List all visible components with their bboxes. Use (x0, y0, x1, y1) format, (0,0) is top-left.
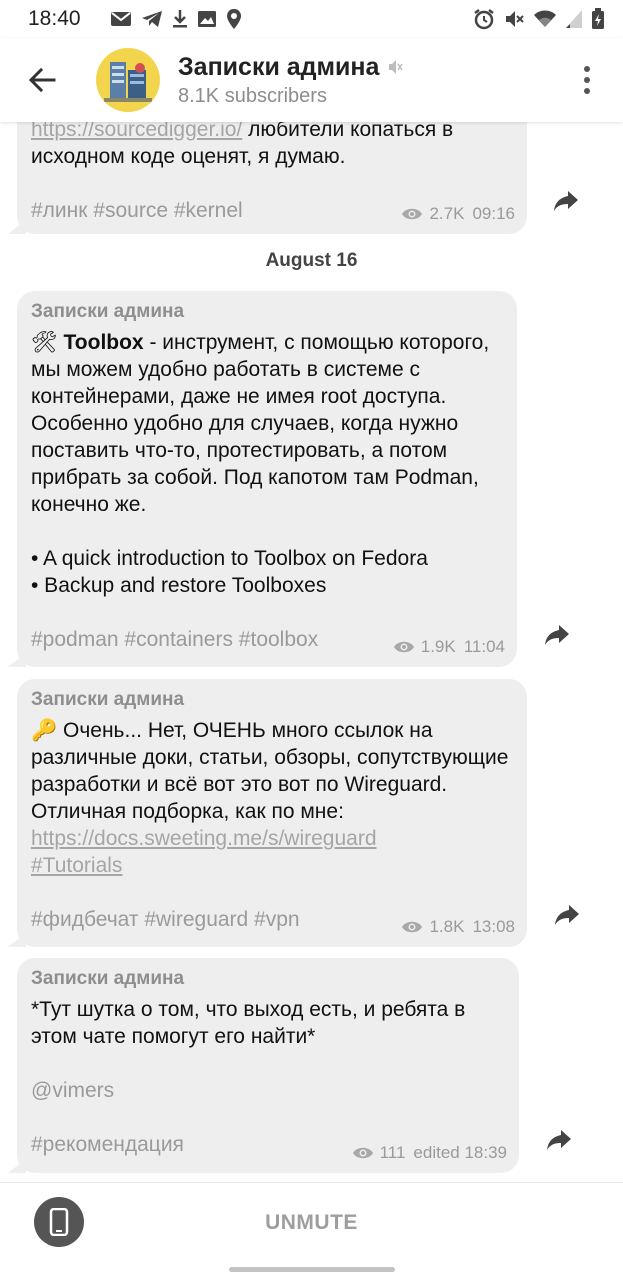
list-item-link[interactable]: • Backup and restore Toolboxes (31, 572, 503, 599)
message-meta: 111 edited 18:39 (352, 1143, 507, 1163)
message-bubble[interactable]: Записки админа *Тут шутка о том, что вых… (8, 958, 519, 1173)
message-meta: 1.9K 11:04 (393, 637, 505, 657)
message-author: Записки админа (31, 689, 185, 710)
back-arrow-icon (28, 68, 56, 92)
message-time: edited 18:39 (413, 1143, 507, 1162)
battery-icon (592, 8, 604, 29)
message-bold-term: Toolbox (63, 331, 144, 354)
bubble-tail (8, 653, 26, 667)
wifi-icon (534, 10, 556, 27)
message-time: 09:16 (472, 204, 515, 223)
message-meta: 2.7K 09:16 (401, 204, 515, 224)
message-bubble[interactable]: Записки админа 🛠 Toolbox - инструмент, с… (8, 291, 517, 667)
channel-title: Записки админа (178, 52, 380, 81)
message-mention[interactable]: @vimers (31, 1077, 505, 1104)
eye-icon (352, 1147, 373, 1159)
bubble-tail (8, 220, 26, 234)
message-text: *Тут шутка о том, что выход есть, и ребя… (31, 998, 466, 1048)
share-icon (555, 905, 579, 925)
alarm-icon (474, 9, 494, 30)
speaker-muted-icon (389, 60, 404, 74)
dot-icon (584, 88, 590, 94)
share-button[interactable] (542, 1123, 576, 1157)
message-hashtag-link[interactable]: #Tutorials (31, 854, 122, 877)
view-count: 2.7K (429, 204, 465, 223)
back-button[interactable] (22, 60, 62, 100)
message-feed[interactable]: https://sourcedigger.io/ любители копать… (0, 122, 623, 1182)
telegram-icon (142, 11, 162, 27)
unmute-button[interactable]: UNMUTE (0, 1211, 623, 1235)
view-count: 111 (379, 1143, 406, 1162)
location-icon (227, 9, 241, 29)
share-icon (547, 1130, 571, 1150)
share-icon (554, 191, 578, 211)
share-icon (545, 625, 569, 645)
bubble-tail (8, 933, 26, 947)
message-text: 🔑 Очень... Нет, ОЧЕНЬ много ссылок на ра… (31, 719, 509, 877)
status-bar: 18:40 (0, 0, 623, 38)
bottom-bar: UNMUTE (0, 1182, 623, 1280)
subscriber-count: 8.1K subscribers (178, 84, 327, 107)
channel-avatar[interactable] (96, 48, 160, 112)
server-illustration-icon (104, 62, 152, 102)
eye-icon (402, 208, 423, 220)
eye-icon (402, 921, 423, 933)
download-icon (173, 10, 187, 28)
channel-title-block[interactable]: Записки админа 8.1K subscribers (178, 52, 404, 108)
system-icons (473, 8, 605, 30)
view-count: 1.8K (429, 917, 465, 936)
signal-icon (566, 10, 582, 28)
date-separator: August 16 (265, 250, 358, 271)
key-icon: 🔑 (31, 719, 58, 742)
list-item-link[interactable]: • A quick introduction to Toolbox on Fed… (31, 545, 503, 572)
status-time: 18:40 (28, 7, 81, 30)
share-button[interactable] (549, 184, 583, 218)
message-author: Записки админа (31, 968, 185, 989)
mute-icon (506, 11, 524, 27)
view-count: 1.9K (420, 637, 456, 656)
bubble-tail (8, 1159, 26, 1173)
notification-icons (110, 8, 242, 30)
tools-icon: 🛠 (31, 331, 58, 354)
dot-icon (584, 77, 590, 83)
message-bubble[interactable]: Записки админа 🔑 Очень... Нет, ОЧЕНЬ мно… (8, 679, 527, 947)
gmail-icon (111, 12, 131, 26)
message-link-list: • A quick introduction to Toolbox on Fed… (31, 545, 503, 599)
channel-header: Записки админа 8.1K subscribers (0, 38, 623, 122)
message-meta: 1.8K 13:08 (401, 917, 515, 937)
home-indicator[interactable] (229, 1267, 395, 1272)
more-options-button[interactable] (577, 60, 597, 100)
message-text: 🛠 Toolbox - инструмент, с помощью которо… (31, 331, 490, 516)
message-text: https://sourcedigger.io/ любители копать… (31, 122, 513, 170)
eye-icon (393, 641, 414, 653)
share-button[interactable] (540, 618, 574, 652)
message-bubble[interactable]: https://sourcedigger.io/ любители копать… (8, 122, 527, 234)
image-icon (198, 11, 216, 27)
message-time: 13:08 (472, 917, 515, 936)
dot-icon (584, 66, 590, 72)
message-link[interactable]: https://sourcedigger.io/ (31, 122, 242, 141)
message-link[interactable]: https://docs.sweeting.me/s/wireguard (31, 827, 377, 850)
message-author: Записки админа (31, 301, 185, 322)
share-button[interactable] (550, 898, 584, 932)
message-time: 11:04 (463, 637, 505, 656)
